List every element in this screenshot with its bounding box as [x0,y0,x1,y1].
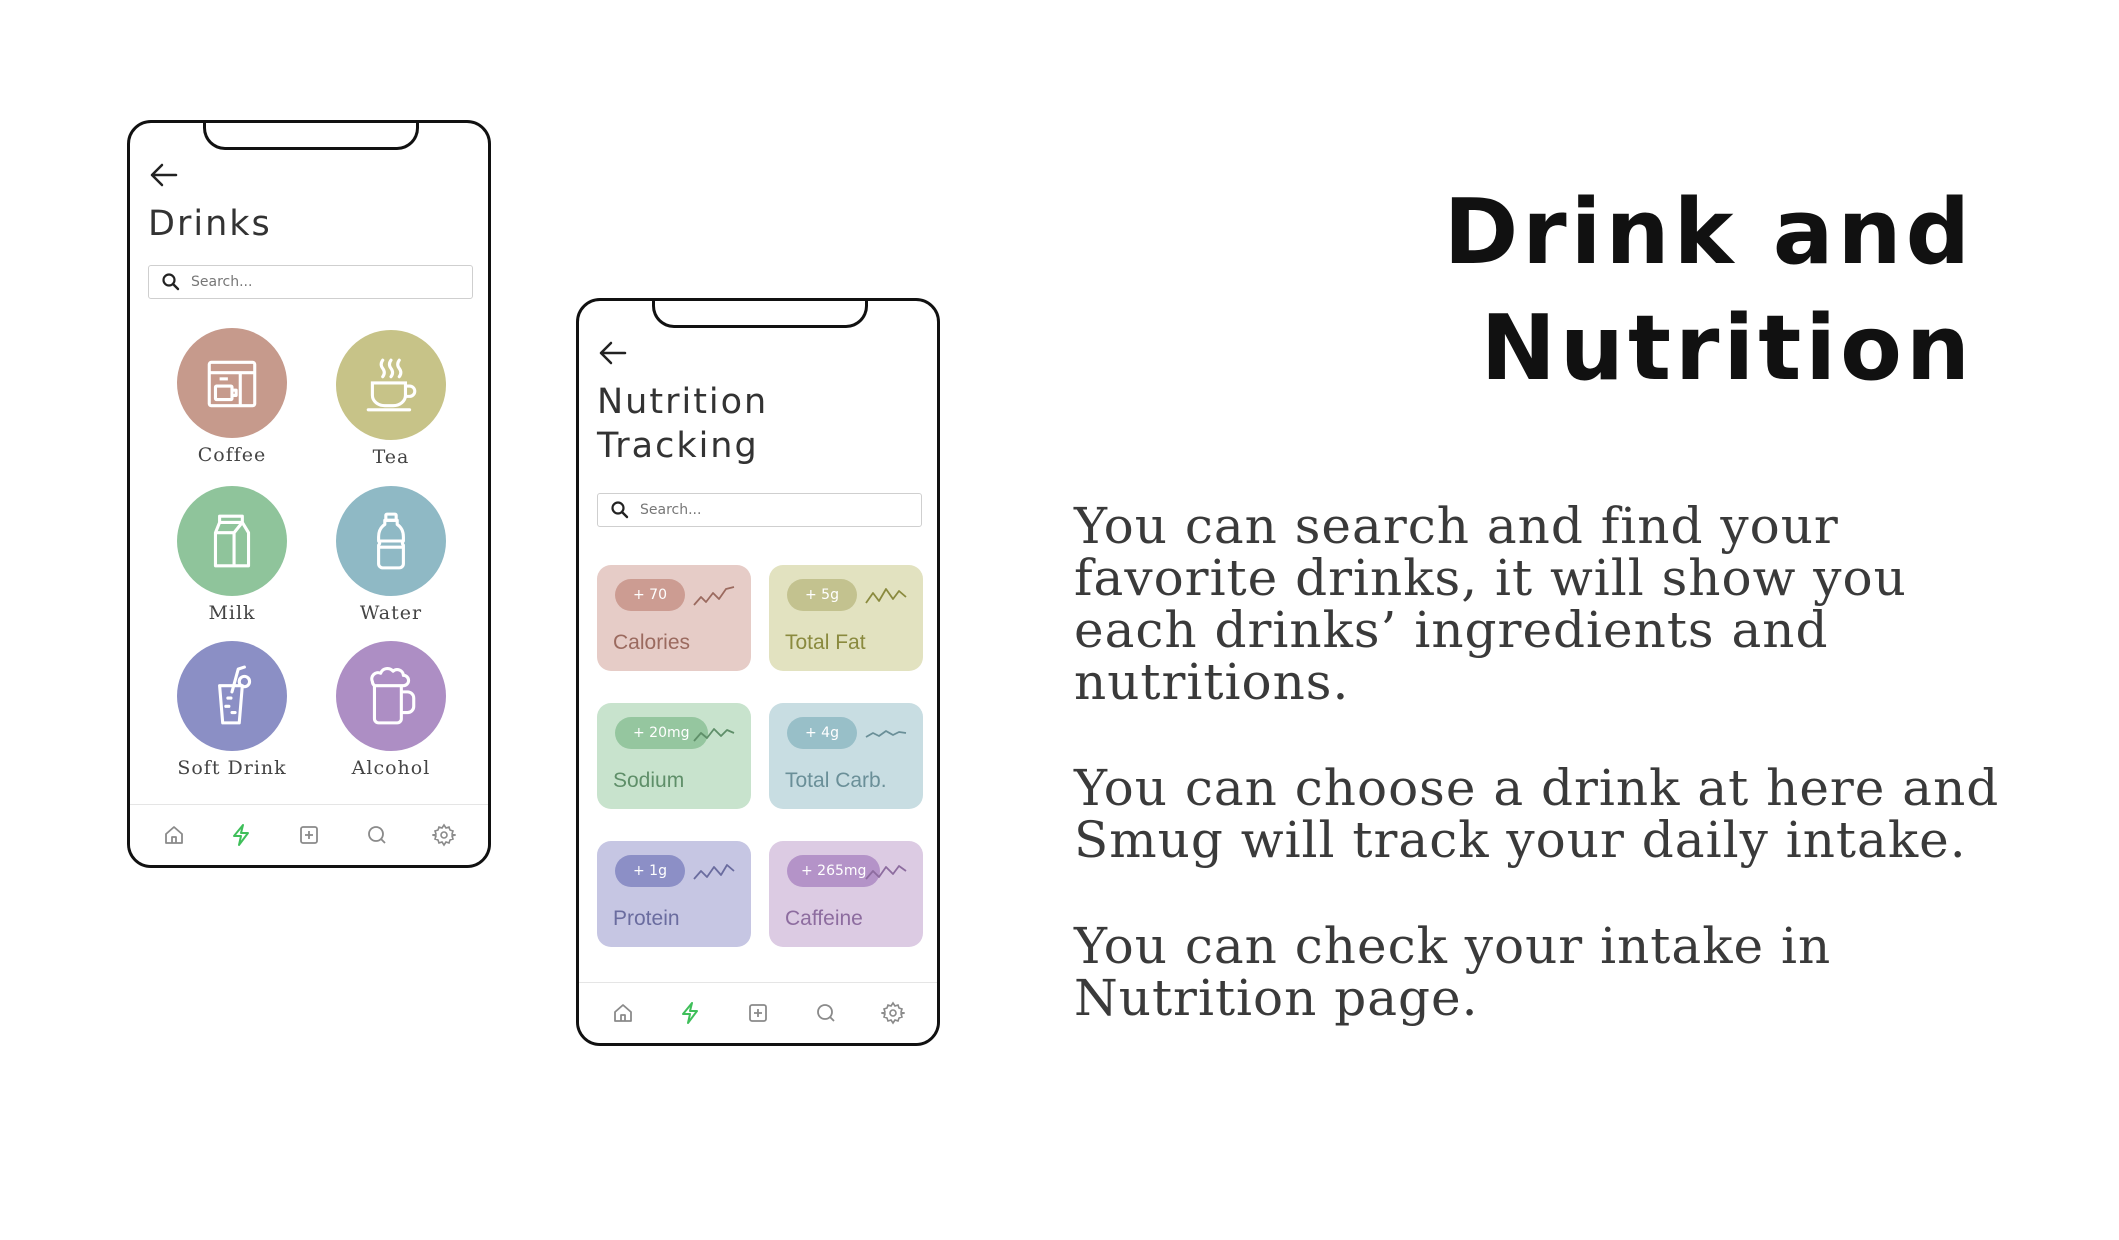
category-circle [177,328,287,438]
nutrient-label: Protein [613,907,680,930]
category-circle [336,486,446,596]
settings-gear-icon[interactable] [432,823,457,847]
description-paragraph-search: You can search and find your favorite dr… [1074,497,1907,711]
add-square-icon[interactable] [297,823,321,847]
category-tea[interactable]: Tea [326,330,456,468]
nutrient-card-calories[interactable]: + 70 Calories [597,565,751,671]
trend-sparkline-icon [865,588,907,604]
category-water[interactable]: Water [326,486,456,624]
page-title-line1: Nutrition [597,382,769,422]
nutrient-card-caffeine[interactable]: + 265mg Caffeine [769,841,923,947]
trend-sparkline-icon [693,864,735,880]
bottom-tab-bar [579,982,937,1043]
category-label: Water [359,602,423,624]
home-icon[interactable] [162,823,186,847]
bolt-icon[interactable] [229,823,253,847]
trend-sparkline-icon [693,586,735,606]
delta-badge: + 1g [615,855,685,887]
beer-mug-icon [370,666,416,725]
heading-line2: Nutrition [1480,296,1974,401]
bolt-icon[interactable] [678,1001,702,1025]
nutrient-label: Calories [613,631,691,654]
delta-badge: + 70 [615,579,685,611]
water-bottle-icon [377,512,405,570]
bottom-tab-bar [130,804,488,865]
back-arrow-icon[interactable] [148,161,180,189]
category-alcohol[interactable]: Alcohol [326,641,456,779]
category-label: Coffee [197,444,267,466]
category-circle [177,486,287,596]
description-paragraph-track: You can choose a drink at here and Smug … [1074,759,2000,869]
home-icon[interactable] [611,1001,635,1025]
category-milk[interactable]: Milk [167,486,297,624]
description-paragraph-check: You can check your intake in Nutrition p… [1074,917,1832,1027]
search-icon [611,501,629,519]
category-coffee[interactable]: Coffee [167,328,297,466]
delta-badge: + 4g [787,717,857,749]
search-input[interactable] [191,274,391,290]
category-label: Soft Drink [177,757,287,779]
search-icon[interactable] [814,1001,838,1025]
nutrient-label: Total Fat [785,631,866,654]
category-circle [177,641,287,751]
search-field[interactable] [148,265,473,299]
search-field[interactable] [597,493,922,527]
search-icon [162,273,180,291]
search-input[interactable] [640,502,840,518]
nutrient-card-total-fat[interactable]: + 5g Total Fat [769,565,923,671]
back-arrow-icon[interactable] [597,339,629,367]
trend-sparkline-icon [865,865,907,880]
delta-badge: + 5g [787,579,857,611]
category-circle [336,641,446,751]
category-label: Alcohol [351,757,431,779]
milk-carton-icon [213,514,251,568]
tea-cup-icon [366,358,417,412]
page-title-line2: Tracking [597,425,759,466]
phone-notch [203,123,419,150]
soft-drink-icon [218,665,252,725]
page-title: Drinks [148,204,272,244]
drinks-phone: Drinks Coffee Tea [127,120,491,868]
phone-notch [652,301,868,328]
section-heading: Drink and Nutrition [1444,175,1974,407]
nutrition-phone: Nutrition Tracking + 70 Calories + 5g To… [576,298,940,1046]
page-title: Nutrition Tracking [597,381,768,469]
category-circle [336,330,446,440]
nutrient-label: Total Carb. [785,769,887,792]
nutrient-card-protein[interactable]: + 1g Protein [597,841,751,947]
category-label: Milk [208,602,256,624]
trend-sparkline-icon [693,728,735,742]
nutrient-card-sodium[interactable]: + 20mg Sodium [597,703,751,809]
search-icon[interactable] [365,823,389,847]
nutrient-label: Caffeine [785,907,863,930]
nutrient-card-total-carb[interactable]: + 4g Total Carb. [769,703,923,809]
settings-gear-icon[interactable] [881,1001,906,1025]
heading-line1: Drink and [1443,180,1974,285]
add-square-icon[interactable] [746,1001,770,1025]
category-soft-drink[interactable]: Soft Drink [167,641,297,779]
trend-sparkline-icon [865,730,907,738]
category-label: Tea [372,446,410,468]
nutrient-label: Sodium [613,769,685,792]
coffee-machine-icon [207,360,257,408]
